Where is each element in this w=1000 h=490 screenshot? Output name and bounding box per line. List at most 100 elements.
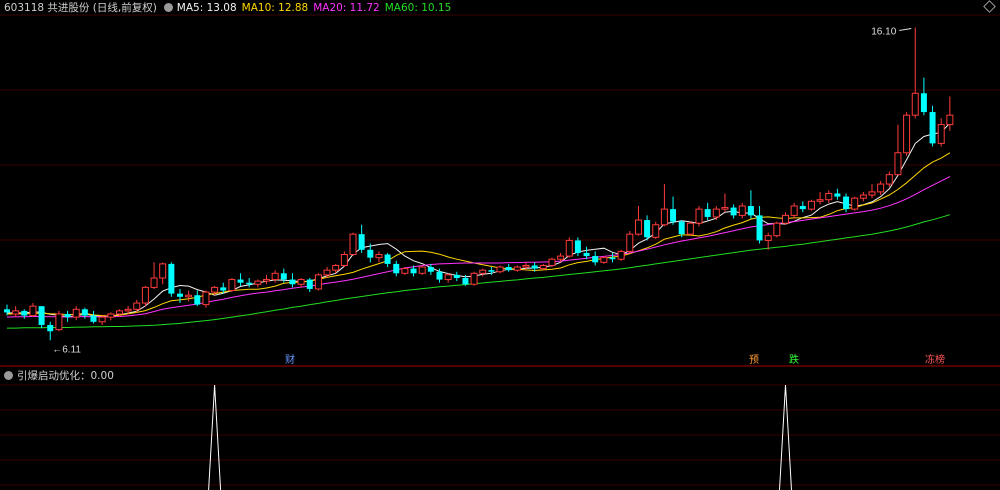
candle-body (513, 266, 521, 271)
candle-body (55, 313, 63, 331)
candle-body (592, 256, 599, 263)
candle-body (185, 294, 193, 298)
candle-body (557, 255, 565, 260)
candle-body (220, 287, 227, 291)
candle-body (920, 93, 927, 113)
candle-body (12, 310, 20, 315)
candle-body (634, 219, 642, 235)
candle-body (436, 271, 443, 280)
ma5-label: MA5: 13.08 (176, 2, 237, 14)
candle-body (254, 280, 262, 285)
ma-line-ma60 (7, 214, 951, 329)
candle-body (764, 235, 772, 241)
candle-body (314, 274, 322, 290)
candle-body (194, 295, 201, 305)
candle-body (340, 254, 348, 266)
candle-body (81, 309, 88, 316)
high-price-label: 16.10 (871, 27, 896, 38)
kline-chart[interactable]: 16.10 ←6.11 (0, 0, 1000, 490)
candle-body (946, 114, 954, 126)
tag-list[interactable]: 冻榜 (924, 355, 946, 367)
candle-body (704, 209, 711, 217)
candle-body (401, 268, 409, 274)
candle-body (782, 214, 789, 224)
candle-body (937, 124, 945, 144)
ma10-label: MA10: 12.88 (241, 2, 309, 14)
candle-body (98, 316, 106, 323)
candle-body (349, 233, 357, 256)
candle-body (418, 266, 426, 274)
candle-body (90, 315, 97, 322)
candle-body (929, 112, 936, 144)
low-price-label: ←6.11 (52, 344, 81, 355)
candle-body (21, 310, 28, 316)
candle-body (834, 193, 841, 197)
candle-body (202, 291, 210, 306)
candle-body (721, 207, 729, 210)
candle-body (72, 308, 80, 318)
candle-body (141, 286, 149, 304)
candle-body (470, 272, 478, 285)
candle-body (271, 272, 279, 281)
candle-body (384, 254, 391, 264)
candle-body (565, 239, 573, 257)
tag-finance[interactable]: 财 (284, 355, 296, 367)
candle-body (228, 279, 236, 292)
candle-body (712, 208, 720, 218)
ma60-label: MA60: 10.15 (384, 2, 452, 14)
candle-body (522, 264, 530, 268)
candle-body (756, 215, 763, 241)
candle-body (289, 279, 296, 285)
candle-body (600, 257, 608, 263)
candle-body (332, 264, 340, 271)
ma20-label: MA20: 11.72 (313, 2, 380, 14)
indicator-panel-plot (208, 384, 792, 490)
candle-body (323, 269, 331, 276)
candle-body (237, 279, 244, 283)
candle-body (505, 267, 512, 271)
candle-body (799, 205, 806, 210)
candle-body (859, 194, 867, 199)
candle-body (393, 263, 400, 274)
indicator-spike-1 (779, 384, 792, 490)
candle-body (444, 274, 452, 281)
candle-body (678, 221, 685, 235)
candle-body (462, 277, 469, 285)
candle-body (280, 273, 287, 280)
candle-body (211, 286, 219, 293)
candle-body (479, 269, 487, 274)
candle-body (453, 274, 460, 278)
candle-body (816, 199, 824, 202)
candle-body (410, 268, 417, 274)
settings-gear-icon[interactable] (163, 3, 173, 12)
candle-body (790, 205, 798, 216)
candle-body (29, 305, 37, 317)
candle-body (297, 279, 305, 285)
tag-drop[interactable]: 跌 (788, 355, 800, 367)
candle-body (660, 208, 668, 226)
candle-body (488, 270, 495, 272)
chart-header: 603118 共进股份 (日线,前复权) MA5: 13.08 MA10: 12.8… (4, 1, 456, 15)
candle-body (107, 313, 115, 318)
candle-body (115, 310, 123, 315)
candle-body (695, 208, 703, 224)
candle-body (38, 306, 45, 325)
tag-forecast[interactable]: 预 (748, 355, 760, 367)
stock-title[interactable]: 603118 共进股份 (日线,前复权) (4, 2, 157, 14)
candle-body (652, 224, 660, 238)
candle-body (263, 279, 270, 282)
candle-body (246, 282, 253, 285)
indicator-spike-0 (208, 384, 222, 490)
grid-lines (0, 14, 1000, 486)
candle-body (903, 114, 911, 154)
candle-body (574, 240, 581, 253)
candle-body (868, 191, 876, 196)
candle-body (894, 152, 902, 176)
candle-body (773, 222, 781, 237)
candle-body (159, 263, 167, 279)
indicator-gear-icon[interactable] (4, 371, 13, 380)
candle-body (807, 200, 815, 210)
candle-body (358, 234, 365, 250)
candle-body (168, 263, 175, 294)
candle-body (367, 249, 374, 258)
